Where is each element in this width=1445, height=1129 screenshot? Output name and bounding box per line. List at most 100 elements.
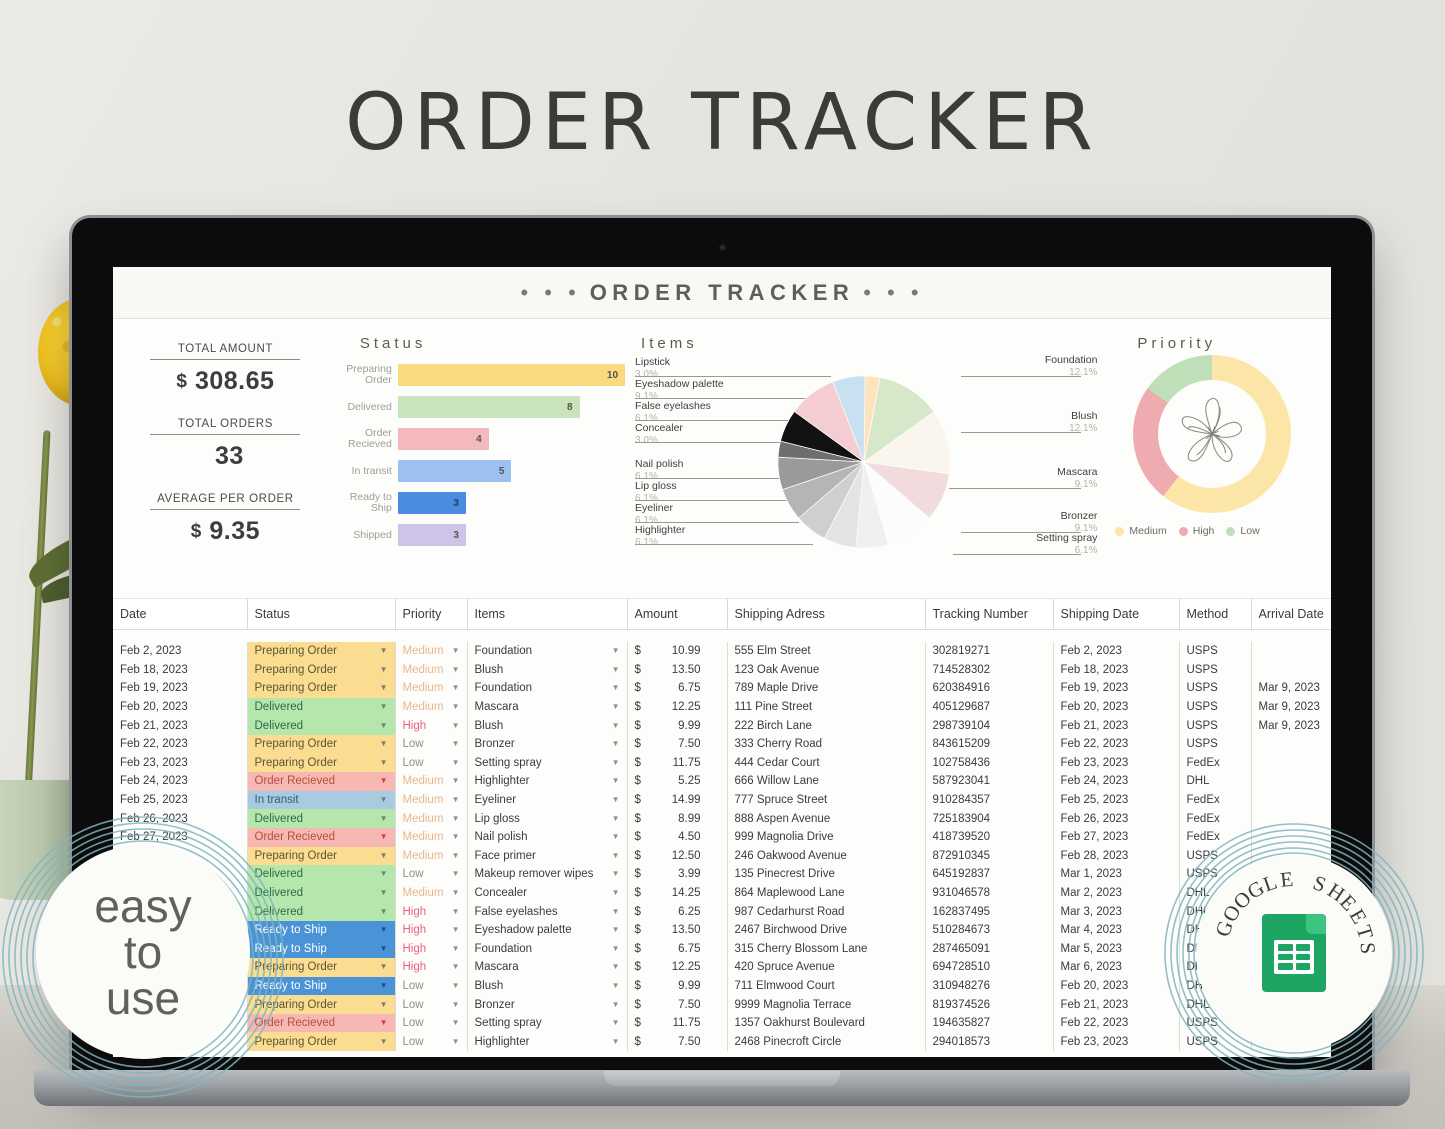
- cell-tracking[interactable]: 645192837: [925, 865, 1054, 884]
- cell-arrival-date[interactable]: [1251, 660, 1331, 680]
- cell-address[interactable]: 9999 Magnolia Terrace: [727, 995, 926, 1014]
- cell-status[interactable]: Preparing Order ▼: [247, 734, 396, 754]
- chevron-down-icon[interactable]: ▼: [380, 758, 388, 767]
- cell-tracking[interactable]: 694728510: [925, 958, 1054, 977]
- chevron-down-icon[interactable]: ▼: [380, 814, 388, 823]
- item-dropdown[interactable]: Foundation ▼: [468, 679, 627, 698]
- cell-address[interactable]: 864 Maplewood Lane: [727, 883, 926, 903]
- cell-arrival-date[interactable]: [1251, 790, 1331, 810]
- cell-item[interactable]: Face primer ▼: [467, 846, 628, 866]
- cell-tracking[interactable]: 725183904: [925, 809, 1054, 828]
- table-column-header[interactable]: Date: [113, 599, 248, 630]
- chevron-down-icon[interactable]: ▼: [452, 889, 460, 897]
- cell-amount[interactable]: $12.25: [627, 697, 728, 717]
- chevron-down-icon[interactable]: ▼: [612, 647, 620, 655]
- chevron-down-icon[interactable]: ▼: [452, 740, 460, 748]
- chevron-down-icon[interactable]: ▼: [452, 703, 460, 711]
- cell-item[interactable]: Blush ▼: [467, 716, 628, 735]
- table-row[interactable]: Feb 2, 2023 Preparing Order ▼ Medium ▼ Founda…: [113, 642, 1331, 661]
- cell-status[interactable]: Preparing Order ▼: [247, 679, 396, 698]
- cell-shipping-date[interactable]: Feb 2, 2023: [1053, 642, 1180, 661]
- cell-priority[interactable]: Medium ▼: [395, 790, 468, 810]
- cell-arrival-date[interactable]: [1251, 753, 1331, 773]
- chevron-down-icon[interactable]: ▼: [612, 684, 620, 692]
- cell-priority[interactable]: Medium ▼: [395, 642, 468, 661]
- item-dropdown[interactable]: Foundation ▼: [468, 940, 627, 959]
- cell-item[interactable]: Makeup remover wipes ▼: [467, 865, 628, 884]
- status-dropdown[interactable]: Delivered ▼: [247, 697, 394, 717]
- table-column-header[interactable]: Status: [247, 599, 396, 630]
- cell-item[interactable]: Setting spray ▼: [467, 753, 628, 773]
- item-dropdown[interactable]: Setting spray ▼: [468, 754, 627, 773]
- cell-item[interactable]: Foundation ▼: [467, 939, 628, 959]
- chevron-down-icon[interactable]: ▼: [380, 981, 388, 990]
- cell-status[interactable]: Preparing Order ▼: [247, 642, 396, 661]
- cell-item[interactable]: Nail polish ▼: [467, 827, 628, 847]
- cell-address[interactable]: 711 Elmwood Court: [727, 976, 926, 996]
- chevron-down-icon[interactable]: ▼: [612, 870, 620, 878]
- cell-address[interactable]: 333 Cherry Road: [727, 734, 926, 754]
- cell-arrival-date[interactable]: Mar 9, 2023: [1251, 716, 1331, 735]
- cell-amount[interactable]: $13.50: [627, 660, 728, 680]
- cell-item[interactable]: Highlighter ▼: [467, 1032, 628, 1052]
- chevron-down-icon[interactable]: ▼: [380, 944, 388, 953]
- cell-date[interactable]: Feb 24, 2023: [113, 772, 248, 791]
- item-dropdown[interactable]: Makeup remover wipes ▼: [468, 865, 627, 884]
- item-dropdown[interactable]: Highlighter ▼: [468, 1032, 627, 1051]
- cell-address[interactable]: 444 Cedar Court: [727, 753, 926, 773]
- cell-tracking[interactable]: 302819271: [925, 642, 1054, 661]
- chevron-down-icon[interactable]: ▼: [612, 889, 620, 897]
- cell-arrival-date[interactable]: Mar 9, 2023: [1251, 679, 1331, 698]
- table-column-header[interactable]: Tracking Number: [925, 599, 1054, 630]
- cell-priority[interactable]: Medium ▼: [395, 809, 468, 828]
- item-dropdown[interactable]: Bronzer ▼: [468, 995, 627, 1014]
- cell-shipping-date[interactable]: Feb 20, 2023: [1053, 697, 1180, 717]
- table-row[interactable]: Feb 23, 2023 Preparing Order ▼ Low ▼ Setting …: [113, 753, 1331, 773]
- cell-amount[interactable]: $4.50: [627, 827, 728, 847]
- item-dropdown[interactable]: Bronzer ▼: [468, 735, 627, 754]
- table-column-header[interactable]: Items: [467, 599, 628, 630]
- cell-priority[interactable]: Medium ▼: [395, 827, 468, 847]
- cell-amount[interactable]: $14.99: [627, 790, 728, 810]
- table-row[interactable]: Feb 22, 2023 Preparing Order ▼ Low ▼ Bronzer ▼…: [113, 734, 1331, 754]
- cell-method[interactable]: USPS: [1179, 697, 1252, 717]
- cell-amount[interactable]: $11.75: [627, 753, 728, 773]
- cell-priority[interactable]: Low ▼: [395, 1013, 468, 1033]
- chevron-down-icon[interactable]: ▼: [452, 777, 460, 785]
- cell-shipping-date[interactable]: Feb 18, 2023: [1053, 660, 1180, 680]
- table-row[interactable]: Feb 18, 2023 Preparing Order ▼ Medium ▼ Blush…: [113, 660, 1331, 680]
- cell-priority[interactable]: Low ▼: [395, 753, 468, 773]
- cell-amount[interactable]: $7.50: [627, 1032, 728, 1052]
- status-dropdown[interactable]: Preparing Order ▼: [247, 753, 394, 773]
- item-dropdown[interactable]: Nail polish ▼: [468, 828, 627, 847]
- chevron-down-icon[interactable]: ▼: [452, 684, 460, 692]
- cell-address[interactable]: 666 Willow Lane: [727, 772, 926, 791]
- chevron-down-icon[interactable]: ▼: [612, 851, 620, 860]
- cell-priority[interactable]: Medium ▼: [395, 883, 468, 903]
- chevron-down-icon[interactable]: ▼: [452, 647, 460, 655]
- cell-status[interactable]: Preparing Order ▼: [247, 660, 396, 680]
- chevron-down-icon[interactable]: ▼: [612, 1019, 620, 1027]
- chevron-down-icon[interactable]: ▼: [612, 703, 620, 711]
- cell-address[interactable]: 2468 Pinecroft Circle: [727, 1032, 926, 1052]
- chevron-down-icon[interactable]: ▼: [612, 1037, 620, 1046]
- cell-tracking[interactable]: 714528302: [925, 660, 1054, 680]
- cell-item[interactable]: Eyeliner ▼: [467, 790, 628, 810]
- chevron-down-icon[interactable]: ▼: [380, 926, 388, 934]
- priority-dropdown[interactable]: Low ▼: [396, 1032, 467, 1051]
- status-dropdown[interactable]: Preparing Order ▼: [247, 734, 394, 754]
- cell-priority[interactable]: Medium ▼: [395, 660, 468, 680]
- cell-item[interactable]: Mascara ▼: [467, 958, 628, 977]
- cell-tracking[interactable]: 872910345: [925, 846, 1054, 866]
- cell-amount[interactable]: $8.99: [627, 809, 728, 828]
- cell-method[interactable]: USPS: [1179, 734, 1252, 754]
- cell-status[interactable]: Delivered ▼: [247, 716, 396, 735]
- cell-address[interactable]: 999 Magnolia Drive: [727, 827, 926, 847]
- item-dropdown[interactable]: Eyeliner ▼: [468, 791, 627, 810]
- cell-item[interactable]: Bronzer ▼: [467, 734, 628, 754]
- cell-address[interactable]: 987 Cedarhurst Road: [727, 902, 926, 921]
- cell-address[interactable]: 420 Spruce Avenue: [727, 958, 926, 977]
- item-dropdown[interactable]: Setting spray ▼: [468, 1014, 627, 1033]
- chevron-down-icon[interactable]: ▼: [612, 981, 620, 990]
- priority-dropdown[interactable]: Medium ▼: [396, 698, 467, 717]
